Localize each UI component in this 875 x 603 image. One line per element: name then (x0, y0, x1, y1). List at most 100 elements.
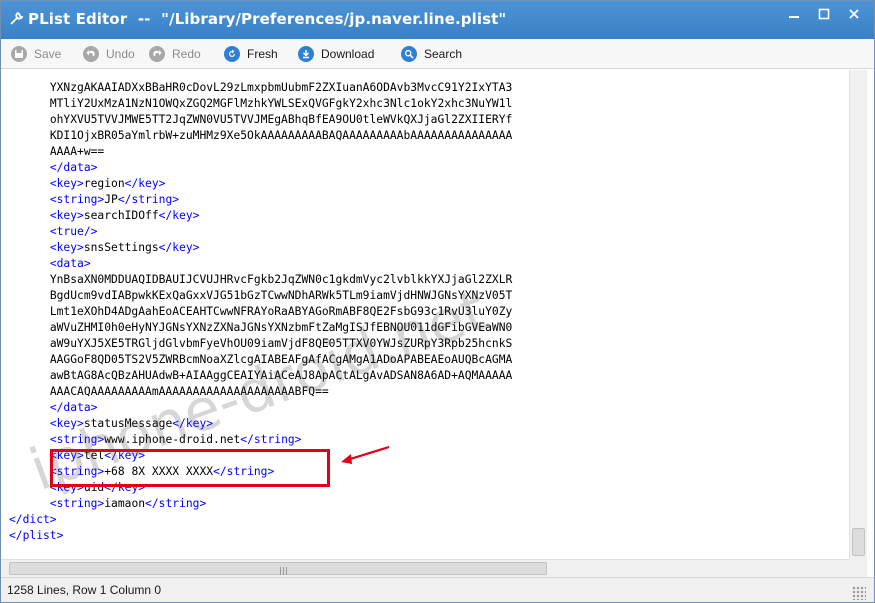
code-line: </dict> (9, 512, 57, 528)
code-line: YnBsaXN0MDDUAQIDBAUIJCVUJHRvcFgkb2JqZWN0… (9, 272, 513, 288)
save-icon (11, 46, 27, 62)
title-bar[interactable]: PList Editor -- "/Library/Preferences/jp… (1, 1, 874, 39)
refresh-label: Fresh (247, 47, 278, 61)
code-line: <data> (9, 256, 91, 272)
code-line: <string>JP</string> (9, 192, 179, 208)
minimize-button[interactable] (779, 1, 809, 27)
code-text: BgdUcm9vdIABpwkKExQaGxxVJG51bGzTCwwNDhAR… (49, 289, 513, 302)
code-line: <key>searchIDOff</key> (9, 208, 200, 224)
code-value: www.iphone-droid.net (104, 433, 241, 446)
code-text: YXNzgAKAAIADXxBBaHR0cDovL29zLmxpbmUubmF2… (49, 81, 513, 94)
download-button[interactable]: Download (298, 44, 374, 64)
wrench-icon (10, 11, 24, 25)
code-line: aWVuZHMI0h0eHyNYJGNsYXNzZXNaJGNsYXNzbmFt… (9, 320, 513, 336)
horizontal-scrollbar[interactable] (1, 559, 849, 577)
code-line: <string>www.iphone-droid.net</string> (9, 432, 302, 448)
maximize-button[interactable] (809, 1, 839, 27)
redo-button[interactable]: Redo (149, 44, 201, 64)
code-line: <key>region</key> (9, 176, 166, 192)
search-label: Search (424, 47, 463, 61)
resize-grip-icon[interactable] (852, 586, 866, 600)
vertical-scrollbar[interactable] (849, 70, 867, 559)
code-tag-open: <key> (49, 177, 84, 190)
code-line: AAGGoF8QD05TS2V5ZWRBcmNoaXZlcgAIABEAFgAf… (9, 352, 513, 368)
code-text: ohYXVU5TVVJMWE5TT2JqZWN0VU5TVVJMEgABhqBf… (49, 113, 513, 126)
code-tag-open: <key> (49, 417, 84, 430)
code-text: Lmt1eXOhD4ADgAahEoACEAHTCwwNFRAYoRaABYAG… (49, 305, 513, 318)
code-tag-close: </key> (158, 241, 200, 254)
code-tag-open: <string> (49, 193, 105, 206)
close-button[interactable] (839, 1, 869, 27)
code-tag-open: </data> (49, 401, 98, 414)
code-line: AAACAQAAAAAAAAAmAAAAAAAAAAAAAAAAAAAABFQ=… (9, 384, 329, 400)
code-line: BgdUcm9vdIABpwkKExQaGxxVJG51bGzTCwwNDhAR… (9, 288, 513, 304)
horizontal-scroll-thumb[interactable] (9, 562, 547, 575)
window-title: PList Editor -- "/Library/Preferences/jp… (28, 10, 507, 28)
code-line: <string>iamaon</string> (9, 496, 206, 512)
code-tag-open: <key> (49, 241, 84, 254)
code-line: <key>snsSettings</key> (9, 240, 200, 256)
code-text: aW9uYXJ5XE5TRGljdGlvbmFyeVhOU09iamVjdF8Q… (49, 337, 513, 350)
code-value: JP (104, 193, 118, 206)
code-line: YXNzgAKAAIADXxBBaHR0cDovL29zLmxpbmUubmF2… (9, 80, 513, 96)
undo-label: Undo (106, 47, 135, 61)
code-value: snsSettings (83, 241, 159, 254)
code-tag-open: <key> (49, 209, 84, 222)
status-bar: 1258 Lines, Row 1 Column 0 (1, 577, 874, 602)
code-tag-open: </dict> (9, 513, 57, 526)
code-text: AAACAQAAAAAAAAAmAAAAAAAAAAAAAAAAAAAABFQ=… (49, 385, 329, 398)
code-tag-close: </string> (145, 497, 207, 510)
code-line: </data> (9, 160, 98, 176)
code-tag-close: </key> (172, 417, 214, 430)
code-text: awBtAG8AcQBzAHUAdwB+AIAAggCEAIYAiACeAJ8A… (49, 369, 513, 382)
code-text: YnBsaXN0MDDUAQIDBAUIJCVUJHRvcFgkb2JqZWN0… (49, 273, 513, 286)
save-button[interactable]: Save (11, 44, 61, 64)
redo-label: Redo (172, 47, 201, 61)
refresh-button[interactable]: Fresh (224, 44, 278, 64)
annotation-arrow-icon (341, 445, 390, 464)
undo-button[interactable]: Undo (83, 44, 135, 64)
code-text: AAGGoF8QD05TS2V5ZWRBcmNoaXZlcgAIABEAFgAf… (49, 353, 513, 366)
code-line: KDI1OjxBR05aYmlrbW+zuMHMz9Xe5OkAAAAAAAAA… (9, 128, 513, 144)
toolbar: Save Undo Redo Fresh Download Search (1, 39, 874, 69)
code-line: MTliY2UxMzA1NzN1OWQxZGQ2MGFlMzhkYWLSExQV… (9, 96, 513, 112)
code-text: MTliY2UxMzA1NzN1OWQxZGQ2MGFlMzhkYWLSExQV… (49, 97, 513, 110)
code-tag-open: </plist> (9, 529, 64, 542)
code-tag-open: <string> (49, 433, 105, 446)
code-tag-open: <true/> (49, 225, 98, 238)
code-line: <key>statusMessage</key> (9, 416, 213, 432)
code-text: aWVuZHMI0h0eHyNYJGNsYXNzZXNaJGNsYXNzbmFt… (49, 321, 513, 334)
plist-editor-window: PList Editor -- "/Library/Preferences/jp… (0, 0, 875, 603)
redo-icon (149, 46, 165, 62)
code-tag-open: <data> (49, 257, 91, 270)
search-button[interactable]: Search (401, 44, 462, 64)
vertical-scroll-thumb[interactable] (852, 528, 865, 556)
code-tag-close: </string> (117, 193, 180, 206)
code-tag-close: </key> (124, 177, 166, 190)
code-value: statusMessage (83, 417, 173, 430)
code-tag-open: <string> (49, 497, 105, 510)
search-icon (401, 46, 417, 62)
